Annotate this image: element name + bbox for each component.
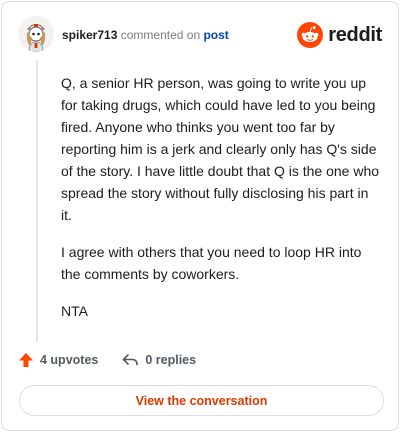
byline-action-text: commented on — [120, 28, 201, 42]
username-link[interactable]: spiker713 — [62, 28, 117, 42]
comment-actions: 4 upvotes 0 replies — [18, 349, 220, 371]
comment-paragraph: NTA — [61, 303, 88, 319]
post-link[interactable]: post — [203, 28, 228, 42]
reddit-logo-icon — [297, 22, 324, 48]
comment-embed-card: spiker713 commented on post reddit Q, a … — [1, 1, 399, 431]
view-conversation-button[interactable]: View the conversation — [19, 385, 384, 416]
reply-count: 0 replies — [145, 353, 197, 367]
upvote-count: 4 upvotes — [40, 353, 99, 367]
avatar[interactable] — [18, 16, 54, 52]
comment-paragraph: Q, a senior HR person, was going to writ… — [61, 75, 380, 223]
reddit-wordmark: reddit — [328, 23, 382, 46]
comment-header: spiker713 commented on post reddit — [18, 16, 382, 56]
upvote-arrow-icon — [19, 353, 33, 367]
thread-line — [36, 60, 38, 342]
reddit-brand[interactable]: reddit — [297, 21, 382, 49]
comment-paragraph: I agree with others that you need to loo… — [61, 244, 362, 282]
reply-button[interactable]: 0 replies — [122, 352, 196, 368]
avatar-illustration-icon — [18, 16, 54, 52]
reply-arrow-icon — [123, 354, 139, 366]
upvote-button[interactable]: 4 upvotes — [18, 352, 98, 368]
comment-body: Q, a senior HR person, was going to writ… — [61, 72, 381, 337]
byline: spiker713 commented on post — [62, 28, 229, 42]
